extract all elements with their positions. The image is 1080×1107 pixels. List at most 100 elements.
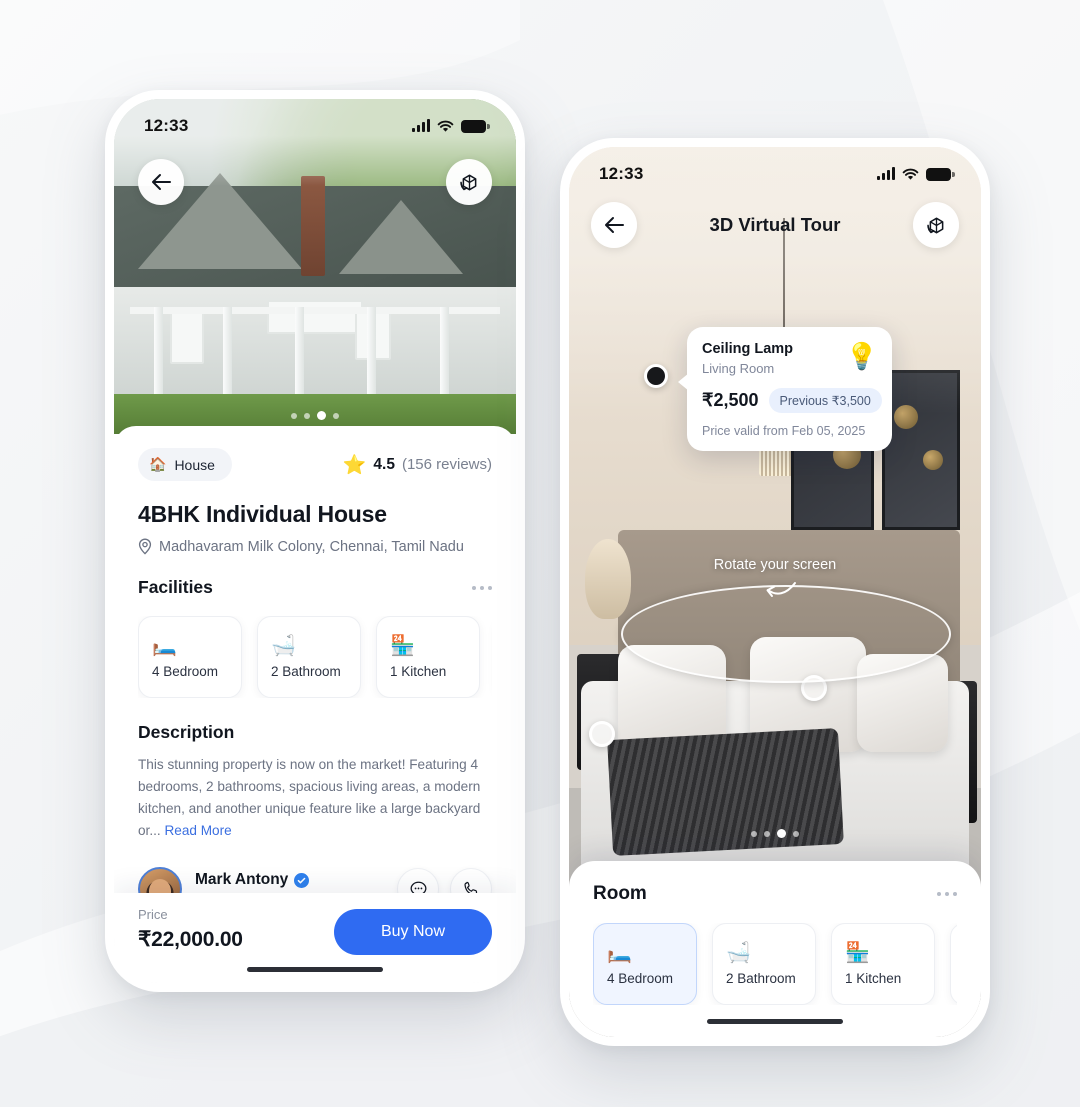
arrow-left-icon bbox=[151, 174, 171, 190]
tour-carousel-dots[interactable] bbox=[569, 829, 981, 838]
facilities-more-icon[interactable] bbox=[472, 585, 492, 590]
room-label: 1 Kitchen bbox=[845, 970, 902, 986]
hero-carousel-dots[interactable] bbox=[114, 411, 516, 420]
3d-rotate-icon bbox=[459, 174, 476, 190]
rotate-hint-label: Rotate your screen bbox=[713, 557, 837, 573]
property-address: Madhavaram Milk Colony, Chennai, Tamil N… bbox=[138, 538, 492, 555]
rotate-arrow-icon bbox=[766, 582, 796, 597]
status-indicators bbox=[877, 167, 955, 181]
product-price: ₹2,500 bbox=[702, 390, 759, 410]
facilities-header: Facilities bbox=[138, 577, 492, 598]
house-emoji: 🏠 bbox=[149, 456, 167, 472]
facility-label: 4 Bedroom bbox=[152, 663, 219, 679]
price-value: ₹22,000.00 bbox=[138, 928, 243, 951]
carousel-dot-active[interactable] bbox=[777, 829, 786, 838]
carousel-dot[interactable] bbox=[793, 830, 799, 837]
carousel-dot[interactable] bbox=[291, 412, 297, 419]
hotspot-bench[interactable] bbox=[589, 721, 615, 747]
room-heading: Room bbox=[593, 883, 647, 904]
bathtub-emoji: 🛁 bbox=[271, 634, 296, 657]
carousel-dot[interactable] bbox=[304, 412, 310, 419]
property-type-badge[interactable]: 🏠 House bbox=[138, 448, 232, 481]
description-heading: Description bbox=[138, 722, 235, 742]
verified-check-icon bbox=[294, 872, 310, 888]
facility-card-kitchen[interactable]: 🏪 1 Kitchen bbox=[376, 616, 480, 698]
back-button[interactable] bbox=[591, 202, 637, 248]
rotate-3d-button[interactable] bbox=[446, 159, 492, 205]
phone-two-status-bar: 12:33 bbox=[569, 147, 981, 191]
room-card-kitchen[interactable]: 🏪 1 Kitchen bbox=[831, 923, 935, 1005]
rotate-3d-button[interactable] bbox=[913, 202, 959, 248]
badge-rating-row: 🏠 House ⭐ 4.5 (156 reviews) bbox=[138, 448, 492, 481]
battery-full-icon bbox=[926, 167, 955, 181]
room-label: 4 Bedroom bbox=[607, 970, 674, 986]
carousel-dot-active[interactable] bbox=[317, 411, 326, 420]
phone-one-screen: 12:33 🏠 House ⭐ 4.5 (156 reviews) 4BHK I… bbox=[114, 99, 516, 983]
buy-now-button[interactable]: Buy Now bbox=[334, 909, 492, 955]
property-hero-image[interactable] bbox=[114, 99, 516, 434]
product-previous-price-badge: Previous ₹3,500 bbox=[768, 388, 882, 413]
owner-name: Mark Antony bbox=[195, 871, 289, 889]
product-price-row: ₹2,500 Previous ₹3,500 bbox=[702, 388, 882, 413]
carousel-dot[interactable] bbox=[764, 830, 770, 837]
price-block: Price ₹22,000.00 bbox=[138, 907, 243, 952]
carousel-dot[interactable] bbox=[333, 412, 339, 419]
room-more-icon[interactable] bbox=[937, 892, 957, 896]
bed-emoji: 🛏️ bbox=[152, 634, 177, 657]
read-more-link[interactable]: Read More bbox=[164, 823, 231, 838]
room-item-list[interactable]: 🛏️ 4 Bedroom 🛁 2 Bathroom 🏪 1 Kitchen 🏠 … bbox=[593, 923, 957, 1005]
carousel-dot[interactable] bbox=[751, 830, 757, 837]
room-card-bedroom[interactable]: 🛏️ 4 Bedroom bbox=[593, 923, 697, 1005]
page-title: 4BHK Individual House bbox=[138, 501, 387, 527]
facilities-heading: Facilities bbox=[138, 577, 213, 597]
status-time: 12:33 bbox=[599, 164, 644, 183]
kitchen-emoji: 🏪 bbox=[845, 941, 870, 964]
phone-two-screen: 12:33 3D Virtual Tour 💡 Ceiling Lamp Liv… bbox=[569, 147, 981, 1037]
page-title: 3D Virtual Tour bbox=[709, 214, 841, 235]
bed-emoji: 🛏️ bbox=[607, 941, 632, 964]
purchase-bar: Price ₹22,000.00 Buy Now bbox=[114, 893, 516, 983]
wifi-icon bbox=[902, 168, 919, 180]
location-pin-icon bbox=[138, 538, 152, 555]
kitchen-emoji: 🏪 bbox=[390, 634, 415, 657]
description-text: This stunning property is now on the mar… bbox=[138, 754, 492, 842]
room-card-bathroom[interactable]: 🛁 2 Bathroom bbox=[712, 923, 816, 1005]
arrow-left-icon bbox=[604, 217, 624, 233]
home-indicator bbox=[247, 967, 383, 972]
price-label: Price bbox=[138, 907, 168, 922]
property-type-label: House bbox=[174, 456, 215, 473]
phone-two-frame: 12:33 3D Virtual Tour 💡 Ceiling Lamp Liv… bbox=[560, 138, 990, 1046]
rating-value: 4.5 bbox=[373, 455, 395, 473]
hero-top-shade bbox=[114, 99, 516, 434]
room-label: 2 Bathroom bbox=[726, 970, 796, 986]
facility-card-bedroom[interactable]: 🛏️ 4 Bedroom bbox=[138, 616, 242, 698]
product-info-tooltip[interactable]: 💡 Ceiling Lamp Living Room ₹2,500 Previo… bbox=[678, 327, 892, 451]
status-indicators bbox=[412, 119, 490, 133]
facility-label: 1 Kitchen bbox=[390, 663, 447, 679]
cellular-bars-icon bbox=[412, 119, 430, 132]
owner-name-row: Mark Antony bbox=[195, 871, 310, 889]
room-selector-sheet: Room 🛏️ 4 Bedroom 🛁 2 Bathroom 🏪 1 Kitch… bbox=[569, 861, 981, 1037]
phone-one-frame: 12:33 🏠 House ⭐ 4.5 (156 reviews) 4BHK I… bbox=[105, 90, 525, 992]
back-button[interactable] bbox=[138, 159, 184, 205]
ceiling-lamp-emoji: 💡 bbox=[845, 341, 878, 371]
tour-header: 3D Virtual Tour bbox=[569, 199, 981, 251]
cellular-bars-icon bbox=[877, 167, 895, 180]
rating-block: ⭐ 4.5 (156 reviews) bbox=[343, 453, 492, 477]
room-card-car[interactable]: 🏠 Ca bbox=[950, 923, 957, 1005]
product-price-validity: Price valid from Feb 05, 2025 bbox=[702, 424, 866, 438]
status-time: 12:33 bbox=[144, 116, 189, 135]
facility-label: 2 Bathroom bbox=[271, 663, 341, 679]
home-indicator bbox=[707, 1019, 843, 1024]
facility-card-bathroom[interactable]: 🛁 2 Bathroom bbox=[257, 616, 361, 698]
bathtub-emoji: 🛁 bbox=[726, 941, 751, 964]
wifi-icon bbox=[437, 120, 454, 132]
address-text: Madhavaram Milk Colony, Chennai, Tamil N… bbox=[159, 538, 464, 555]
battery-full-icon bbox=[461, 119, 490, 133]
facilities-list[interactable]: 🛏️ 4 Bedroom 🛁 2 Bathroom 🏪 1 Kitchen 🏠 … bbox=[138, 616, 492, 698]
phone-one-status-bar: 12:33 bbox=[114, 99, 516, 143]
rating-reviews: (156 reviews) bbox=[401, 456, 492, 473]
room-header: Room bbox=[593, 883, 957, 905]
hotspot-ceiling-lamp[interactable] bbox=[644, 364, 668, 388]
star-emoji: ⭐ bbox=[342, 454, 367, 476]
